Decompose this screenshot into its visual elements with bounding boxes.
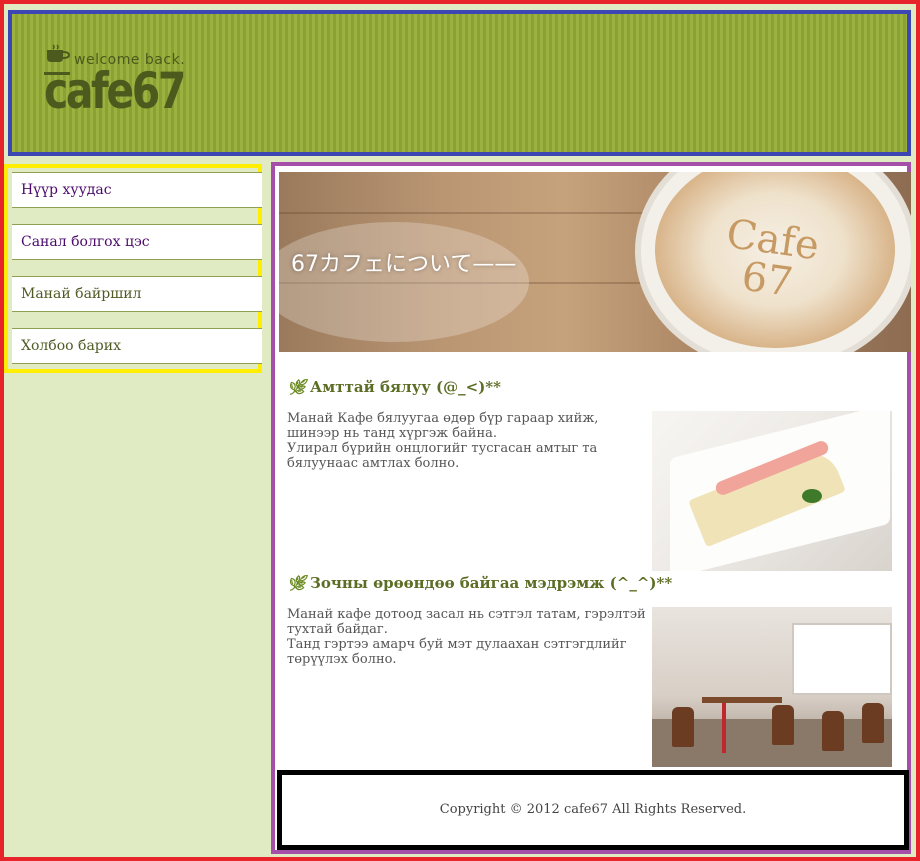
sidebar-nav: Нүүр хуудас Санал болгох цэс Манай байрш… (4, 164, 262, 373)
site-header: welcome back. cafe67 (8, 10, 911, 156)
copyright-text: Copyright © 2012 cafe67 All Rights Reser… (439, 802, 747, 817)
section-title-text: Зочны өрөөндөө байгаа мэдрэмж (^_^)** (310, 574, 673, 592)
leaf-icon: 🌿︎ (287, 574, 307, 592)
section-body-line: Улирал бүрийн онцлогийг тусгасан амтыг т… (287, 441, 598, 471)
section-title-interior: 🌿︎ Зочны өрөөндөө байгаа мэдрэмж (^_^)** (287, 574, 672, 592)
sidebar-item-menu[interactable]: Санал болгох цэс (12, 224, 262, 260)
main-content: Cafe 67 67カフェについて—— 🌿︎ Амттай бялуу (@_<)… (271, 162, 911, 854)
site-footer: Copyright © 2012 cafe67 All Rights Reser… (277, 770, 909, 850)
window-shape (792, 623, 892, 695)
section-body-line: Танд гэртээ амарч буй мэт дулаахан сэтгэ… (287, 637, 627, 667)
leaf-icon: 🌿︎ (287, 378, 307, 396)
section-title-cake: 🌿︎ Амттай бялуу (@_<)** (287, 378, 501, 396)
sidebar-item-contact[interactable]: Холбоо барих (12, 328, 262, 364)
chair-shape (672, 707, 694, 747)
section-body-interior: Манай кафе дотоод засал нь сэтгэл татам,… (287, 607, 647, 667)
section-body-line: Манай Кафе бялуугаа өдөр бүр гараар хийж… (287, 411, 599, 441)
table-leg-shape (722, 703, 726, 753)
site-logo[interactable]: welcome back. cafe67 (44, 40, 214, 120)
mint-leaf-shape (802, 489, 822, 503)
section-title-text: Амттай бялуу (@_<)** (310, 378, 501, 396)
cake-photo (652, 411, 892, 571)
chair-shape (772, 705, 794, 745)
chair-shape (822, 711, 844, 751)
table-shape (702, 697, 782, 703)
section-body-line: Манай кафе дотоод засал нь сэтгэл татам,… (287, 607, 646, 637)
hero-title: 67カフェについて—— (291, 252, 517, 277)
hero-title-backdrop (279, 222, 529, 342)
coffee-cup-icon (47, 44, 71, 62)
chair-shape (862, 703, 884, 743)
logo-wordmark: cafe67 (44, 62, 186, 120)
section-body-cake: Манай Кафе бялуугаа өдөр бүр гараар хийж… (287, 411, 647, 471)
cafe-interior-photo (652, 607, 892, 767)
sidebar-item-location[interactable]: Манай байршил (12, 276, 262, 312)
sidebar-item-home[interactable]: Нүүр хуудас (12, 172, 262, 208)
hero-banner: Cafe 67 67カフェについて—— (279, 172, 911, 352)
